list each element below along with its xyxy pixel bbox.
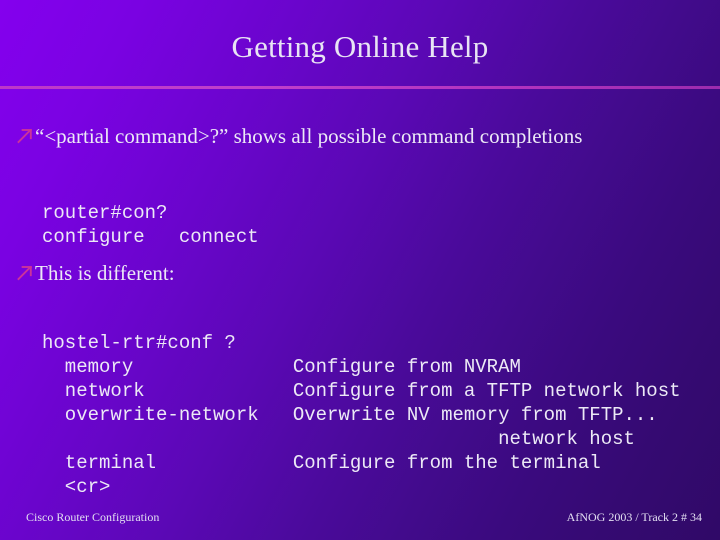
conf-help-example: hostel-rtr#conf ? memory Configure from … bbox=[42, 332, 681, 498]
title-divider bbox=[0, 86, 720, 89]
page-title: Getting Online Help bbox=[231, 29, 489, 64]
footer-right-text: AfNOG 2003 / Track 2 # 34 bbox=[566, 510, 702, 524]
arrow-up-right-icon bbox=[16, 264, 34, 282]
slide: Getting Online Help “<partial command>?”… bbox=[0, 0, 720, 540]
bullet-item-1: “<partial command>?” shows all possible … bbox=[16, 124, 582, 149]
partial-command-example: router#con? configure connect bbox=[42, 202, 259, 248]
arrow-up-right-icon bbox=[16, 127, 34, 145]
title-area: Getting Online Help bbox=[0, 28, 720, 66]
bullet-item-1-label: “<partial command>?” shows all possible … bbox=[35, 124, 583, 148]
footer-left-text: Cisco Router Configuration bbox=[26, 510, 160, 524]
bullet-item-2: This is different: bbox=[16, 261, 175, 286]
bullet-item-2-label: This is different: bbox=[35, 261, 175, 285]
